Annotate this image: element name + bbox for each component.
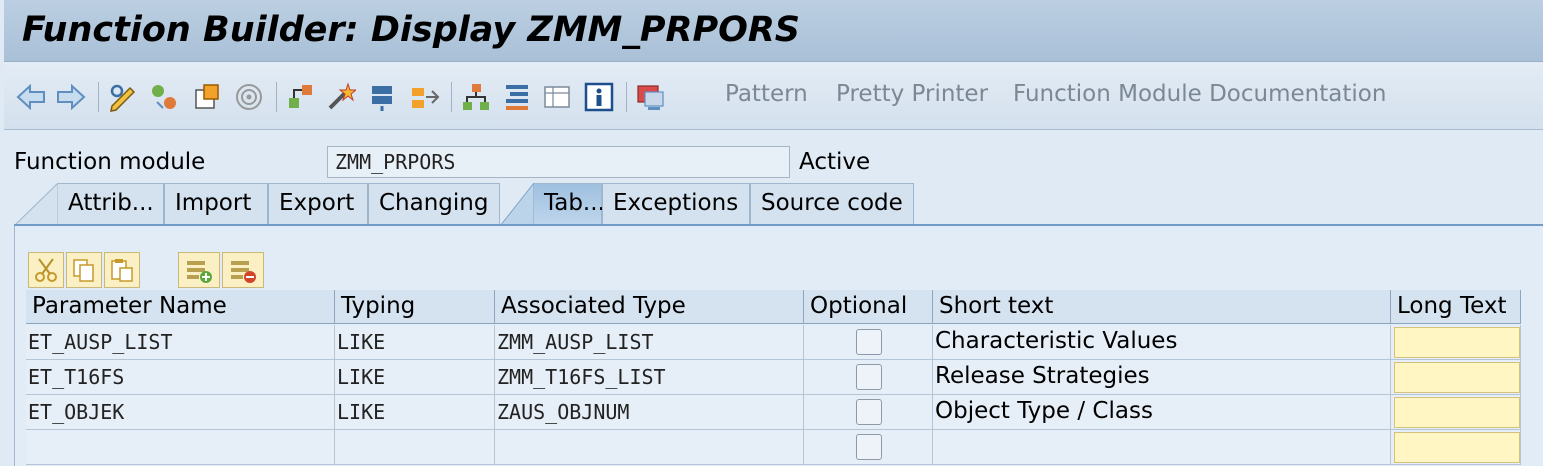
long-text-button[interactable] [1394,327,1520,358]
hierarchy-icon[interactable] [410,82,440,112]
copy-icon[interactable] [66,252,102,288]
column-header-optional[interactable]: Optional [804,290,933,324]
column-header-short-text[interactable]: Short text [933,290,1391,324]
optional-checkbox[interactable] [856,364,882,390]
tab-exceptions[interactable]: Exceptions [602,183,750,225]
title-bar: Function Builder: Display ZMM_PRPORS [4,0,1543,62]
application-toolbar: Pattern Pretty Printer Function Module D… [4,62,1543,130]
tab-tables[interactable]: Tab... [534,183,605,225]
activate-icon[interactable] [192,82,222,112]
table-row-parameter-name[interactable]: ET_OBJEK [26,395,335,430]
table-row-long-text-cell [1391,325,1521,360]
info-object-icon[interactable] [326,82,356,112]
column-header-typing[interactable]: Typing [335,290,495,324]
list-icon[interactable] [502,82,532,112]
tab-attributes[interactable]: Attrib... [58,183,164,225]
table-row-associated-type[interactable]: ZAUS_OBJNUM [495,395,804,430]
table-row-typing[interactable]: LIKE [335,325,495,360]
test-icon[interactable] [234,82,264,112]
tab-slant-active [500,183,534,226]
toolbar-separator [98,82,99,112]
table-row-typing[interactable] [335,430,495,465]
long-text-button[interactable] [1394,432,1520,463]
table-row-optional-cell [804,430,933,465]
check-icon[interactable] [149,82,179,112]
tab-import[interactable]: Import [164,183,268,225]
column-header-associated-type[interactable]: Associated Type [495,290,804,324]
long-text-button[interactable] [1394,397,1520,428]
pretty-printer-button[interactable]: Pretty Printer [836,81,988,107]
tab-slant-left [14,183,58,226]
table-row-optional-cell [804,360,933,395]
table-row-associated-type[interactable]: ZMM_T16FS_LIST [495,360,804,395]
insert-row-icon[interactable] [178,252,220,288]
display-object-list-icon[interactable] [636,82,666,112]
stack-icon[interactable] [461,82,491,112]
info-table-icon[interactable] [542,82,572,112]
tab-source-code[interactable]: Source code [750,183,914,225]
table-row-long-text-cell [1391,430,1521,465]
function-module-field[interactable]: ZMM_PRPORS [327,146,790,178]
info-icon[interactable] [584,82,614,112]
delete-row-icon[interactable] [222,252,264,288]
forward-arrow-icon[interactable] [56,82,86,112]
table-toolbar-edit-group [28,252,142,288]
column-header-long-text[interactable]: Long Text [1391,290,1521,324]
function-module-label: Function module [14,149,206,175]
optional-checkbox[interactable] [856,329,882,355]
toolbar-separator [276,82,277,112]
table-row-long-text-cell [1391,395,1521,430]
table-row-optional-cell [804,395,933,430]
back-arrow-icon[interactable] [16,82,46,112]
tab-changing[interactable]: Changing [368,183,500,225]
status-label: Active [799,149,871,175]
toolbar-separator [451,82,452,112]
table-row-parameter-name[interactable]: ET_AUSP_LIST [26,325,335,360]
pattern-button[interactable]: Pattern [725,81,808,107]
optional-checkbox[interactable] [856,434,882,460]
paste-icon[interactable] [104,252,140,288]
table-row-short-text[interactable] [933,430,1391,465]
long-text-button[interactable] [1394,362,1520,393]
toolbar-separator [626,82,627,112]
tab-export[interactable]: Export [268,183,368,225]
table-row-typing[interactable]: LIKE [335,360,495,395]
table-row-parameter-name[interactable]: ET_T16FS [26,360,335,395]
table-toolbar-row-group [178,252,266,288]
table-row-associated-type[interactable] [495,430,804,465]
optional-checkbox[interactable] [856,399,882,425]
function-module-documentation-button[interactable]: Function Module Documentation [1013,81,1386,107]
table-row-parameter-name[interactable] [26,430,335,465]
cut-icon[interactable] [28,252,64,288]
display-change-icon[interactable] [108,82,138,112]
table-row-optional-cell [804,325,933,360]
window-title: Function Builder: Display ZMM_PRPORS [22,10,801,50]
table-row-short-text[interactable]: Object Type / Class [933,395,1391,430]
table-row-short-text[interactable]: Release Strategies [933,360,1391,395]
table-row-long-text-cell [1391,360,1521,395]
table-row-typing[interactable]: LIKE [335,395,495,430]
where-used-icon[interactable] [286,82,316,112]
tab-strip: Attrib... Import Export Changing Tab... … [14,183,1543,226]
export-icon[interactable] [368,82,398,112]
table-row-short-text[interactable]: Characteristic Values [933,325,1391,360]
column-header-parameter-name[interactable]: Parameter Name [26,290,335,324]
table-row-associated-type[interactable]: ZMM_AUSP_LIST [495,325,804,360]
